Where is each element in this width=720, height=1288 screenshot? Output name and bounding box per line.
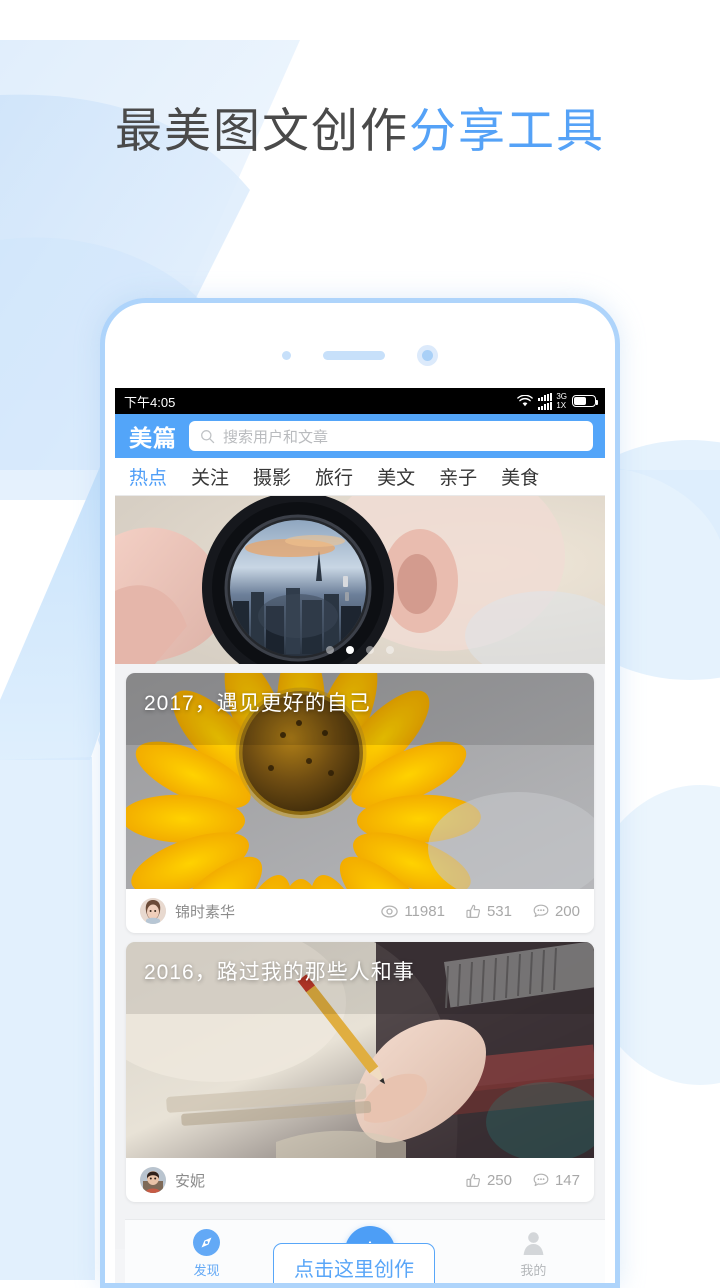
comments-stat[interactable]: 147 xyxy=(533,1172,580,1189)
thumbs-up-icon xyxy=(466,1173,480,1187)
network-label-1: 3G xyxy=(556,391,567,401)
card-stats: 250 147 xyxy=(466,1172,580,1189)
battery-icon xyxy=(572,395,598,407)
app-header: 美篇 搜索用户和文章 xyxy=(115,414,605,458)
card-title: 2017，遇见更好的自己 xyxy=(144,692,371,715)
card-title: 2016，路过我的那些人和事 xyxy=(144,961,415,984)
card-footer: 锦时素华 11981 531 200 xyxy=(126,889,594,933)
comments-stat[interactable]: 200 xyxy=(533,903,580,920)
likes-count: 531 xyxy=(486,902,512,920)
comment-icon xyxy=(533,1173,549,1187)
views-count: 11981 xyxy=(404,902,445,920)
avatar[interactable] xyxy=(140,1167,166,1193)
category-tabbar[interactable]: 热点 关注 摄影 旅行 美文 亲子 美食 xyxy=(115,458,605,496)
nav-label-discover: 发现 xyxy=(193,1263,220,1278)
tab-travel[interactable]: 旅行 xyxy=(315,463,353,490)
status-time: 下午4:05 xyxy=(124,394,176,410)
thumbs-up-icon xyxy=(466,904,480,918)
banner-carousel[interactable] xyxy=(115,496,605,664)
volume-up-button[interactable] xyxy=(619,758,620,830)
promo-headline: 最美图文创作分享工具 xyxy=(0,92,720,161)
carousel-dots[interactable] xyxy=(115,646,605,654)
comment-icon xyxy=(533,904,549,918)
comments-count: 200 xyxy=(554,902,580,920)
avatar[interactable] xyxy=(140,898,166,924)
carousel-dot-3[interactable] xyxy=(366,646,374,654)
search-input[interactable]: 搜索用户和文章 xyxy=(223,426,328,447)
likes-stat[interactable]: 250 xyxy=(466,1172,512,1189)
headline-blue-part: 分享工具 xyxy=(409,104,605,157)
search-icon xyxy=(201,429,215,443)
app-logo: 美篇 xyxy=(129,425,177,451)
avatar-image xyxy=(140,1167,166,1193)
signal-bars-2 xyxy=(538,401,553,410)
phone-mockup: 下午4:05 3G 1X 美篇 搜索用户和文章 热点 关注 摄影 旅行 美文 亲… xyxy=(100,298,620,1288)
card-image[interactable]: 2016，路过我的那些人和事 xyxy=(126,942,594,1158)
card-footer: 安妮 250 147 xyxy=(126,1158,594,1202)
likes-count: 250 xyxy=(486,1171,512,1189)
carousel-dot-4[interactable] xyxy=(386,646,394,654)
likes-stat[interactable]: 531 xyxy=(466,903,512,920)
signal-bars-1 xyxy=(538,392,553,401)
search-bar[interactable]: 搜索用户和文章 xyxy=(189,421,593,451)
phone-sensor-row xyxy=(105,345,615,366)
status-bar: 下午4:05 3G 1X xyxy=(115,388,605,414)
tab-following[interactable]: 关注 xyxy=(191,463,229,490)
comments-count: 147 xyxy=(554,1171,580,1189)
nav-item-discover[interactable]: 发现 xyxy=(125,1220,288,1279)
carousel-dot-2[interactable] xyxy=(346,646,354,654)
tab-hotspot[interactable]: 热点 xyxy=(129,463,167,490)
views-stat: 11981 xyxy=(381,903,445,920)
person-icon xyxy=(523,1232,544,1255)
card-image[interactable]: 2017，遇见更好的自己 xyxy=(126,673,594,889)
wifi-icon xyxy=(517,395,534,407)
card-stats: 11981 531 200 xyxy=(381,903,580,920)
tab-food[interactable]: 美食 xyxy=(501,463,539,490)
earpiece-speaker-icon xyxy=(323,351,385,360)
tab-essay[interactable]: 美文 xyxy=(377,463,415,490)
tab-parenting[interactable]: 亲子 xyxy=(439,463,477,490)
card-author: 安妮 xyxy=(175,1172,206,1190)
phone-screen: 下午4:05 3G 1X 美篇 搜索用户和文章 热点 关注 摄影 旅行 美文 亲… xyxy=(115,388,605,1283)
nav-item-mine[interactable]: 我的 xyxy=(452,1220,605,1279)
carousel-dot-1[interactable] xyxy=(326,646,334,654)
banner-image xyxy=(115,496,605,664)
proximity-sensor-icon xyxy=(282,351,291,360)
create-tooltip[interactable]: 点击这里创作 xyxy=(273,1243,435,1283)
avatar-image xyxy=(140,898,166,924)
eye-icon xyxy=(381,904,399,918)
feed-card[interactable]: 2016，路过我的那些人和事 安妮 250 147 xyxy=(126,942,594,1202)
volume-down-button[interactable] xyxy=(619,873,620,921)
network-label-2: 1X xyxy=(556,400,567,410)
content-feed[interactable]: 2017，遇见更好的自己 锦时素华 11981 531 200 2016，路过我… xyxy=(115,496,605,1249)
compass-icon xyxy=(193,1229,221,1256)
card-author: 锦时素华 xyxy=(175,903,236,921)
headline-dark-part: 最美图文创作 xyxy=(115,104,409,157)
front-camera-icon xyxy=(417,345,438,366)
tab-photography[interactable]: 摄影 xyxy=(253,463,291,490)
feed-card[interactable]: 2017，遇见更好的自己 锦时素华 11981 531 200 xyxy=(126,673,594,933)
signal-indicators: 3G 1X xyxy=(538,391,567,410)
nav-label-mine: 我的 xyxy=(520,1263,547,1278)
